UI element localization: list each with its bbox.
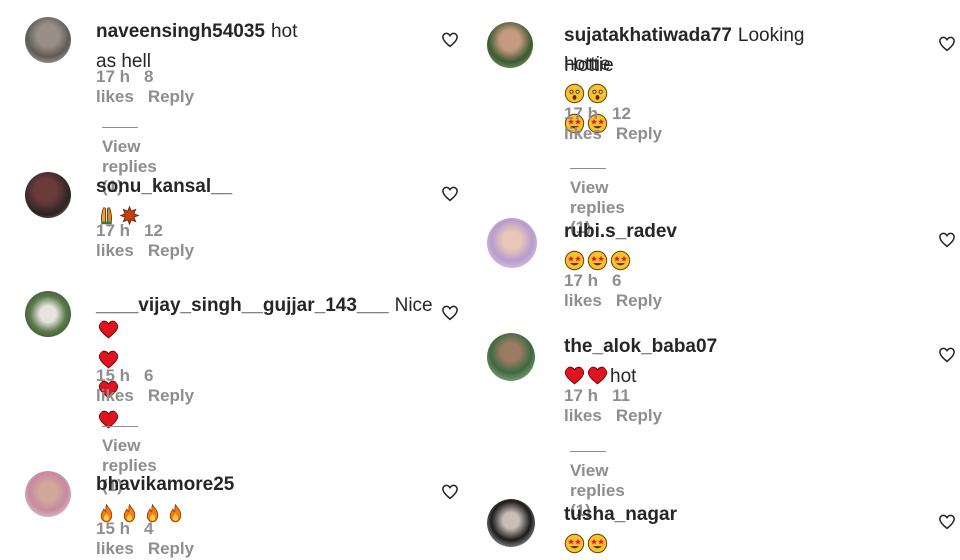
- red-heart-emoji: [564, 365, 585, 386]
- avatar[interactable]: [487, 333, 535, 381]
- comment-username[interactable]: ____vijay_singh__gujjar_143___: [96, 295, 389, 316]
- reply-button[interactable]: Reply: [616, 291, 662, 310]
- red-heart-emoji: [587, 365, 608, 386]
- comment-username[interactable]: sonu_kansal__: [96, 176, 232, 197]
- comment-time: 17 h: [564, 271, 599, 290]
- heart-outline-icon[interactable]: [441, 483, 459, 501]
- divider: [102, 426, 138, 428]
- avatar[interactable]: [25, 172, 71, 218]
- heart-outline-icon[interactable]: [938, 513, 956, 531]
- divider: [570, 451, 606, 453]
- reply-button[interactable]: Reply: [148, 386, 194, 405]
- comment-text-continued: hottie: [564, 54, 611, 75]
- heart-outline-icon[interactable]: [441, 304, 459, 322]
- star-struck-emoji: [587, 533, 608, 554]
- astonished-face-emoji: [587, 83, 608, 104]
- comment-text: hot: [610, 366, 637, 387]
- star-struck-emoji: [587, 250, 608, 271]
- avatar[interactable]: [25, 291, 71, 337]
- avatar[interactable]: [487, 22, 533, 68]
- comment-text: Nice: [394, 295, 433, 316]
- comment-time: 17 h: [96, 221, 131, 240]
- comment-time: 15 h: [96, 366, 131, 385]
- comment-username[interactable]: bhavikamore25: [96, 474, 234, 495]
- reply-button[interactable]: Reply: [616, 406, 662, 425]
- divider: [570, 168, 606, 170]
- comment-time: 17 h: [564, 386, 599, 405]
- star-struck-emoji: [564, 533, 585, 554]
- astonished-face-emoji: [564, 83, 585, 104]
- comment-username[interactable]: rubi.s_radev: [564, 221, 677, 242]
- heart-outline-icon[interactable]: [441, 31, 459, 49]
- avatar[interactable]: [25, 471, 71, 517]
- reply-button[interactable]: Reply: [148, 87, 194, 106]
- comment-username[interactable]: tusha_nagar: [564, 504, 677, 525]
- heart-outline-icon[interactable]: [938, 231, 956, 249]
- reply-button[interactable]: Reply: [148, 539, 194, 558]
- heart-outline-icon[interactable]: [938, 346, 956, 364]
- comment-time: 15 h: [96, 519, 131, 538]
- avatar[interactable]: [25, 17, 71, 63]
- comment-username[interactable]: sujatakhatiwada77: [564, 25, 732, 46]
- star-struck-emoji: [610, 250, 631, 271]
- comment-time: 17 h: [96, 67, 131, 86]
- star-struck-emoji: [564, 250, 585, 271]
- reply-button[interactable]: Reply: [148, 241, 194, 260]
- comment-username[interactable]: naveensingh54035: [96, 21, 265, 42]
- heart-outline-icon[interactable]: [938, 35, 956, 53]
- reply-button[interactable]: Reply: [616, 124, 662, 143]
- comment-time: 17 h: [564, 104, 599, 123]
- comment-username[interactable]: the_alok_baba07: [564, 336, 717, 357]
- red-heart-emoji: [98, 319, 119, 340]
- heart-outline-icon[interactable]: [441, 185, 459, 203]
- divider: [102, 127, 138, 129]
- avatar[interactable]: [487, 218, 537, 268]
